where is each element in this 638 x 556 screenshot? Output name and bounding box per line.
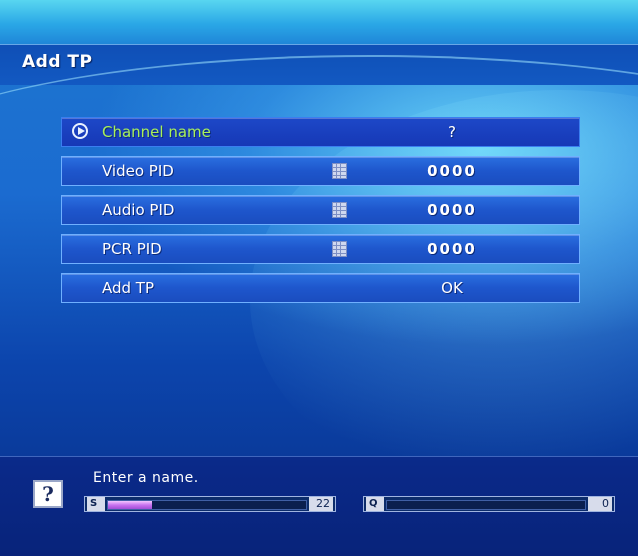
quality-tag: Q <box>366 497 384 511</box>
menu-item-label: PCR PID <box>102 240 162 258</box>
hint-text: Enter a name. <box>93 470 199 486</box>
osd-screen: Add TP Channel name ? Video PID 0000 Aud… <box>0 0 638 556</box>
keypad-icon <box>332 163 347 179</box>
signal-tag: S <box>87 497 105 511</box>
signal-fill <box>108 501 152 509</box>
menu-item-add-tp[interactable]: Add TP OK <box>61 273 580 303</box>
settings-menu: Channel name ? Video PID 0000 Audio PID … <box>61 117 580 312</box>
menu-item-label: Video PID <box>102 162 174 180</box>
menu-item-value: ? <box>448 123 456 141</box>
quality-meter: Q 0 <box>363 496 615 512</box>
menu-item-value: 0000 <box>427 162 477 180</box>
quality-track <box>386 500 586 510</box>
signal-meter: S 22 <box>84 496 336 512</box>
menu-item-label: Channel name <box>102 123 211 141</box>
page-title: Add TP <box>22 52 93 72</box>
keypad-icon <box>332 241 347 257</box>
menu-item-value: 0000 <box>427 240 477 258</box>
keypad-icon <box>332 202 347 218</box>
menu-item-channel-name[interactable]: Channel name ? <box>61 117 580 147</box>
quality-value: 0 <box>588 497 612 511</box>
title-band <box>0 44 638 85</box>
menu-item-audio-pid[interactable]: Audio PID 0000 <box>61 195 580 225</box>
menu-item-video-pid[interactable]: Video PID 0000 <box>61 156 580 186</box>
signal-value: 22 <box>309 497 333 511</box>
signal-track <box>107 500 307 510</box>
menu-item-value: 0000 <box>427 201 477 219</box>
menu-item-value: OK <box>441 279 463 297</box>
menu-item-label: Add TP <box>102 279 155 297</box>
menu-item-label: Audio PID <box>102 201 175 219</box>
play-circle-icon <box>72 123 88 139</box>
help-icon: ? <box>33 480 63 508</box>
top-band <box>0 0 638 44</box>
menu-item-pcr-pid[interactable]: PCR PID 0000 <box>61 234 580 264</box>
